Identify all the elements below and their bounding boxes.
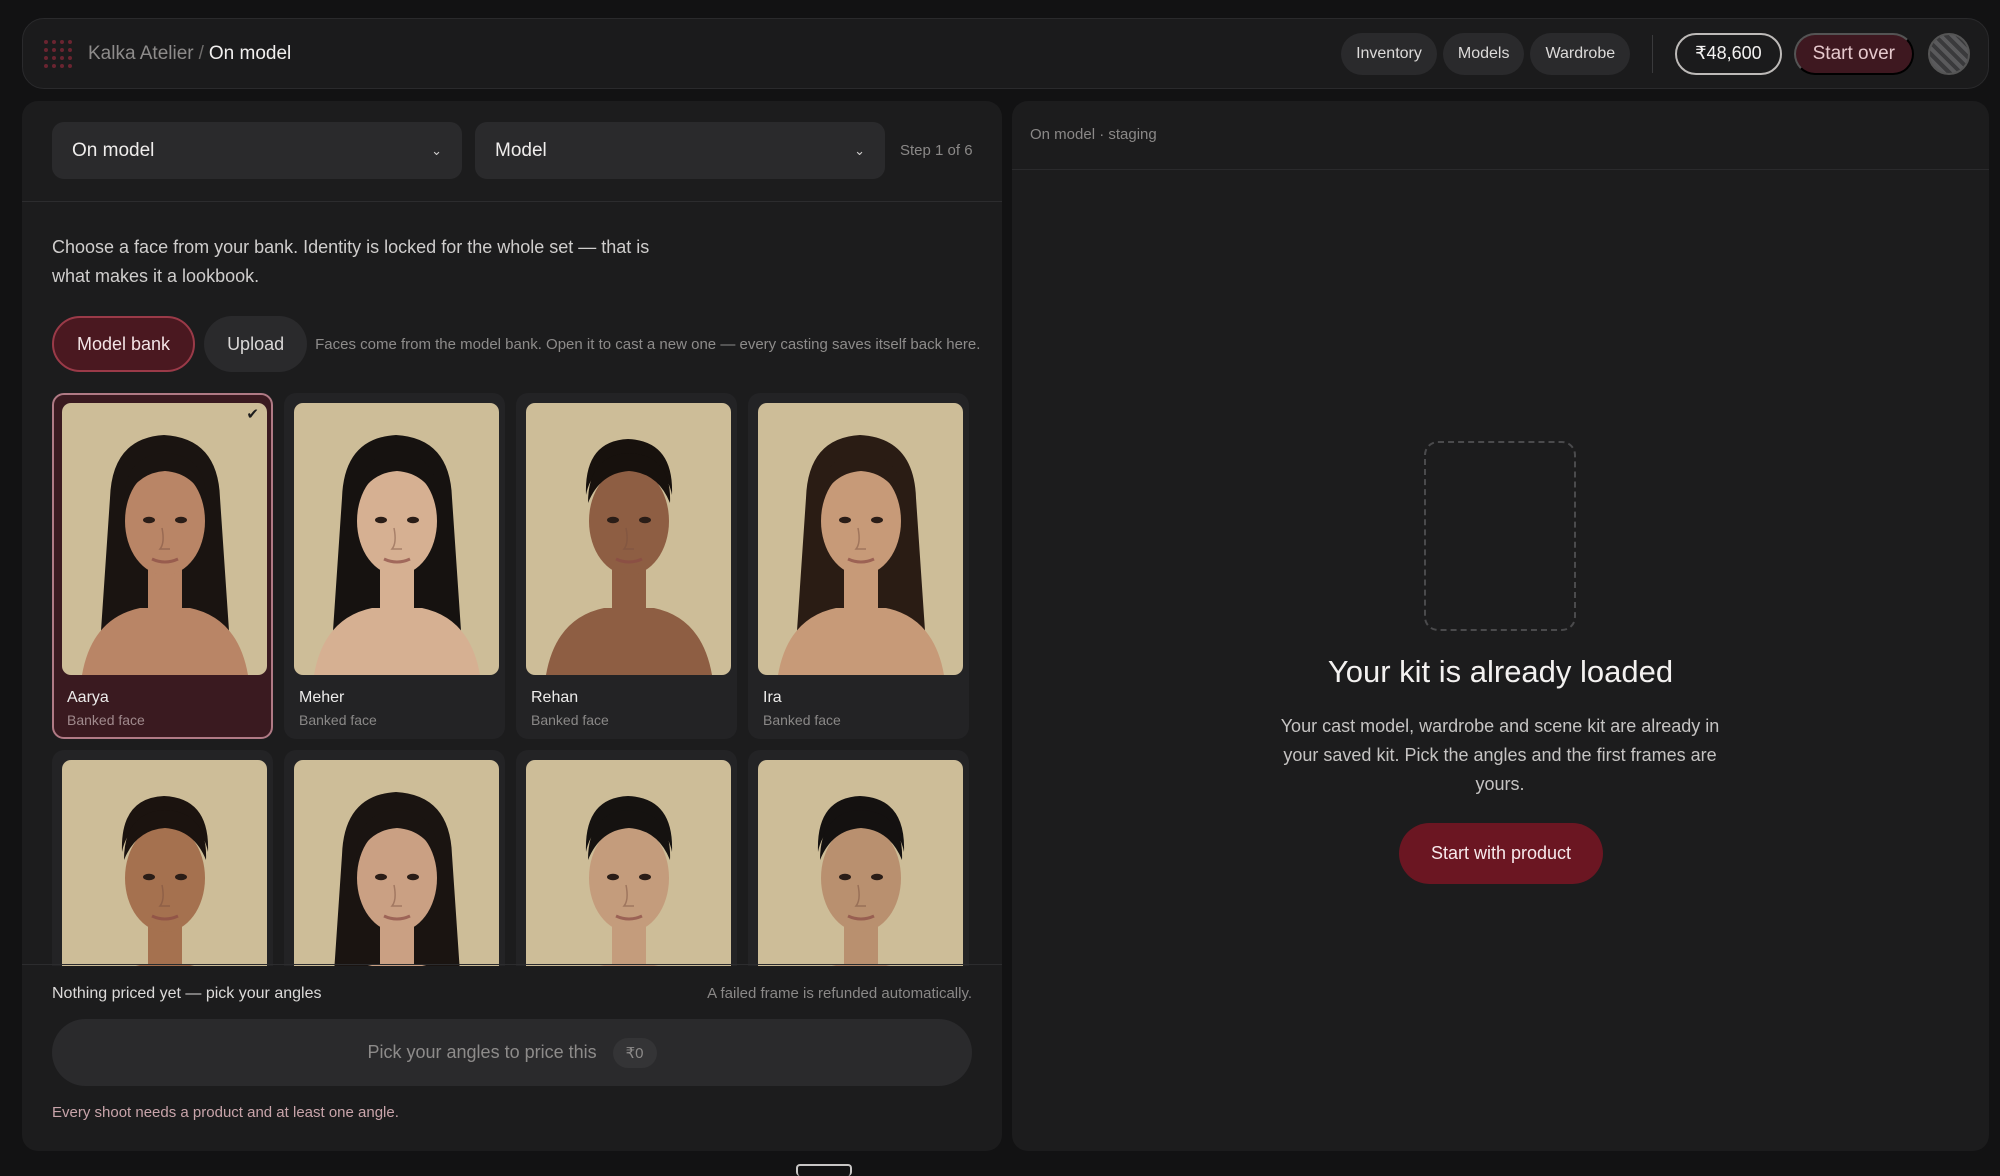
mode-select[interactable]: On model ⌄: [52, 122, 462, 179]
model-card[interactable]: Ira Banked face: [748, 393, 969, 739]
kit-description: Your cast model, wardrobe and scene kit …: [1280, 716, 1720, 794]
breadcrumb-app[interactable]: Kalka Atelier: [88, 43, 194, 65]
nav-wardrobe-button[interactable]: Wardrobe: [1530, 32, 1631, 75]
divider: [22, 201, 1002, 202]
requirement-note: Every shoot needs a product and at least…: [52, 1104, 399, 1121]
model-name: Ira: [763, 689, 782, 706]
model-card[interactable]: Rehan Banked face: [516, 393, 737, 739]
model-portrait: [758, 760, 963, 966]
price-button-label: Pick your angles to price this: [367, 1042, 597, 1062]
header-divider: [1652, 34, 1654, 73]
staging-panel: On model · staging Your kit is already l…: [1012, 101, 1989, 1151]
source-toggle: Model bank Upload Faces come from the mo…: [52, 316, 980, 372]
chevron-down-icon: ⌄: [854, 142, 865, 158]
user-avatar[interactable]: [1928, 32, 1970, 75]
upload-button[interactable]: Upload: [204, 316, 308, 372]
model-subtitle: Banked face: [763, 712, 841, 728]
kit-title: Your kit is already loaded: [1327, 654, 1674, 689]
selects-row: On model ⌄ Model ⌄ Step 1 of 6: [52, 122, 973, 179]
top-bar: Kalka Atelier / On model Inventory Model…: [22, 18, 1989, 89]
setup-panel: On model ⌄ Model ⌄ Step 1 of 6 Choose a …: [22, 101, 1002, 1151]
intro-text: Choose a face from your bank. Identity i…: [52, 237, 650, 286]
model-grid: ✔ Aarya Banked face Meher Banked face Re…: [52, 393, 976, 966]
model-card[interactable]: [284, 750, 505, 966]
model-card[interactable]: Meher Banked face: [284, 393, 505, 739]
model-bank-button[interactable]: Model bank: [52, 316, 196, 372]
model-portrait: [62, 403, 267, 675]
model-grid-scroll[interactable]: ✔ Aarya Banked face Meher Banked face Re…: [52, 393, 976, 966]
breadcrumb-current: On model: [208, 42, 292, 64]
divider: [22, 964, 1002, 965]
model-name: Meher: [299, 689, 345, 706]
price-chip: ₹0: [612, 1037, 657, 1068]
price-button[interactable]: Pick your angles to price this ₹0: [52, 1019, 972, 1086]
subject-select[interactable]: Model ⌄: [475, 122, 885, 179]
breadcrumb-separator: /: [198, 42, 204, 64]
staging-label: On model · staging: [1030, 126, 1157, 143]
model-card[interactable]: [516, 750, 737, 966]
source-note: Faces come from the model bank. Open it …: [315, 335, 981, 353]
divider: [1012, 169, 1989, 170]
bottom-handle[interactable]: [796, 1164, 852, 1176]
price-status-row: Nothing priced yet — pick your angles A …: [52, 985, 972, 1003]
model-card[interactable]: ✔ Aarya Banked face: [52, 393, 273, 739]
empty-frame-placeholder: [1424, 441, 1576, 631]
check-icon: ✔: [246, 406, 259, 423]
nav-inventory-button[interactable]: Inventory: [1341, 32, 1437, 75]
start-over-button[interactable]: Start over: [1793, 32, 1914, 75]
model-subtitle: Banked face: [67, 712, 145, 728]
model-subtitle: Banked face: [299, 712, 377, 728]
model-portrait: [526, 760, 731, 966]
refund-note: A failed frame is refunded automatically…: [707, 985, 972, 1002]
model-portrait: [294, 403, 499, 675]
model-name: Aarya: [67, 689, 109, 706]
start-with-product-button[interactable]: Start with product: [1399, 823, 1603, 884]
model-portrait: [294, 760, 499, 966]
chevron-down-icon: ⌄: [431, 142, 442, 158]
model-subtitle: Banked face: [531, 712, 609, 728]
step-indicator: Step 1 of 6: [900, 142, 973, 159]
model-card[interactable]: [748, 750, 969, 966]
credits-balance[interactable]: ₹48,600: [1675, 32, 1782, 75]
header-actions: Inventory Models Wardrobe ₹48,600 Start …: [1341, 32, 1970, 75]
model-portrait: [526, 403, 731, 675]
model-card[interactable]: [52, 750, 273, 966]
mode-select-value: On model: [72, 139, 155, 161]
model-portrait: [758, 403, 963, 675]
model-name: Rehan: [531, 689, 579, 706]
apps-grid-icon[interactable]: [44, 39, 72, 68]
subject-select-value: Model: [495, 139, 547, 161]
nav-models-button[interactable]: Models: [1442, 32, 1525, 75]
price-status: Nothing priced yet — pick your angles: [52, 985, 322, 1002]
model-portrait: [62, 760, 267, 966]
breadcrumb: Kalka Atelier / On model: [88, 43, 291, 65]
